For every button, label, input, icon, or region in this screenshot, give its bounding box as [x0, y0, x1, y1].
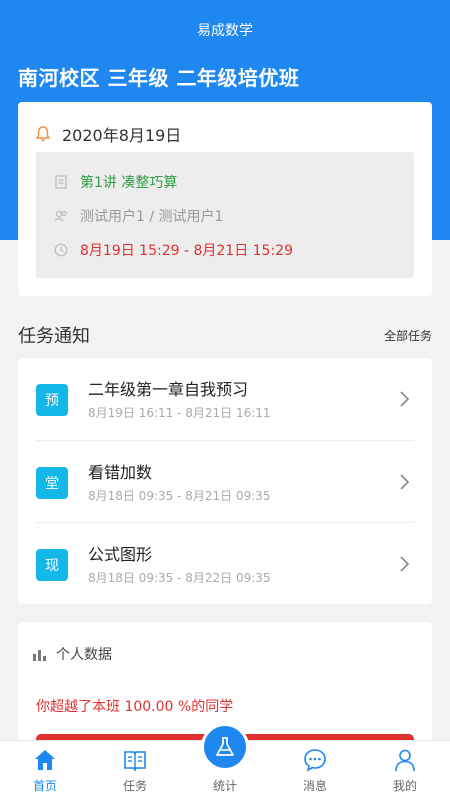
chevron-right-icon — [400, 556, 410, 572]
tab-label: 统计 — [212, 779, 237, 793]
task-badge: 堂 — [36, 467, 68, 499]
tab-label: 我的 — [392, 779, 417, 793]
tab-messages[interactable]: 消息 — [270, 741, 360, 800]
task-item[interactable]: 预 二年级第一章自我预习 8月19日 16:11 - 8月21日 16:11 — [36, 358, 414, 440]
lesson-users-row: 测试用户1 / 测试用户1 — [54, 206, 223, 226]
tab-label: 消息 — [302, 779, 327, 793]
bar-chart-icon — [33, 650, 46, 661]
task-time: 8月18日 09:35 - 8月21日 09:35 — [88, 489, 271, 503]
task-time: 8月19日 16:11 - 8月21日 16:11 — [88, 406, 271, 420]
bell-icon — [35, 126, 51, 142]
lesson-users: 测试用户1 / 测试用户1 — [80, 209, 224, 225]
schedule-date-row: 2020年8月19日 — [34, 122, 181, 146]
lesson-title-row: 第1讲 凑整巧算 — [54, 172, 177, 192]
bottom-tab-bar: 首页 任务 统计 消息 我的 — [0, 723, 450, 800]
tab-profile[interactable]: 我的 — [360, 741, 450, 800]
stats-center-button[interactable] — [201, 723, 249, 771]
users-icon — [54, 210, 67, 222]
app-title: 易成数学 — [197, 23, 253, 39]
stats-title: 个人数据 — [56, 647, 112, 663]
task-list: 预 二年级第一章自我预习 8月19日 16:11 - 8月21日 16:11 堂… — [18, 358, 432, 604]
clock-icon — [54, 243, 68, 257]
class-title[interactable]: 南河校区 三年级 二年级培优班 — [18, 62, 299, 91]
tab-label: 首页 — [32, 779, 57, 793]
lesson-box[interactable]: 第1讲 凑整巧算 测试用户1 / 测试用户1 8月19日 15:29 - 8月2… — [36, 152, 414, 278]
stats-summary: 你超越了本班 100.00 %的同学 — [36, 699, 234, 715]
tab-label: 任务 — [122, 779, 147, 793]
all-tasks-link[interactable]: 全部任务 — [384, 327, 432, 344]
lesson-title: 第1讲 凑整巧算 — [80, 175, 178, 191]
chevron-right-icon — [400, 391, 410, 407]
schedule-card[interactable]: 2020年8月19日 第1讲 凑整巧算 测试用户1 / 测试用户1 8月19日 … — [18, 102, 432, 296]
task-item[interactable]: 堂 看错加数 8月18日 09:35 - 8月21日 09:35 — [36, 440, 414, 522]
chevron-right-icon — [400, 474, 410, 490]
chat-bubble-icon — [304, 749, 326, 772]
task-badge: 现 — [36, 549, 68, 581]
task-badge: 预 — [36, 384, 68, 416]
book-icon — [124, 751, 146, 772]
tab-stats[interactable]: 统计 — [180, 723, 270, 800]
task-name: 看错加数 — [88, 463, 153, 482]
schedule-date: 2020年8月19日 — [62, 126, 182, 145]
flask-icon — [216, 737, 234, 756]
lesson-time-row: 8月19日 15:29 - 8月21日 15:29 — [54, 240, 293, 260]
lesson-time: 8月19日 15:29 - 8月21日 15:29 — [80, 243, 293, 259]
task-time: 8月18日 09:35 - 8月22日 09:35 — [88, 571, 271, 585]
task-name: 公式图形 — [88, 545, 153, 564]
user-icon — [395, 749, 415, 772]
task-item[interactable]: 现 公式图形 8月18日 09:35 - 8月22日 09:35 — [36, 522, 414, 604]
section-title: 任务通知 — [18, 326, 90, 347]
task-name: 二年级第一章自我预习 — [88, 380, 249, 399]
task-section-header: 任务通知 全部任务 — [18, 322, 432, 348]
tab-tasks[interactable]: 任务 — [90, 741, 180, 800]
tab-home[interactable]: 首页 — [0, 741, 90, 800]
home-icon — [35, 750, 55, 770]
stats-header: 个人数据 — [32, 644, 112, 664]
document-icon — [55, 175, 67, 189]
